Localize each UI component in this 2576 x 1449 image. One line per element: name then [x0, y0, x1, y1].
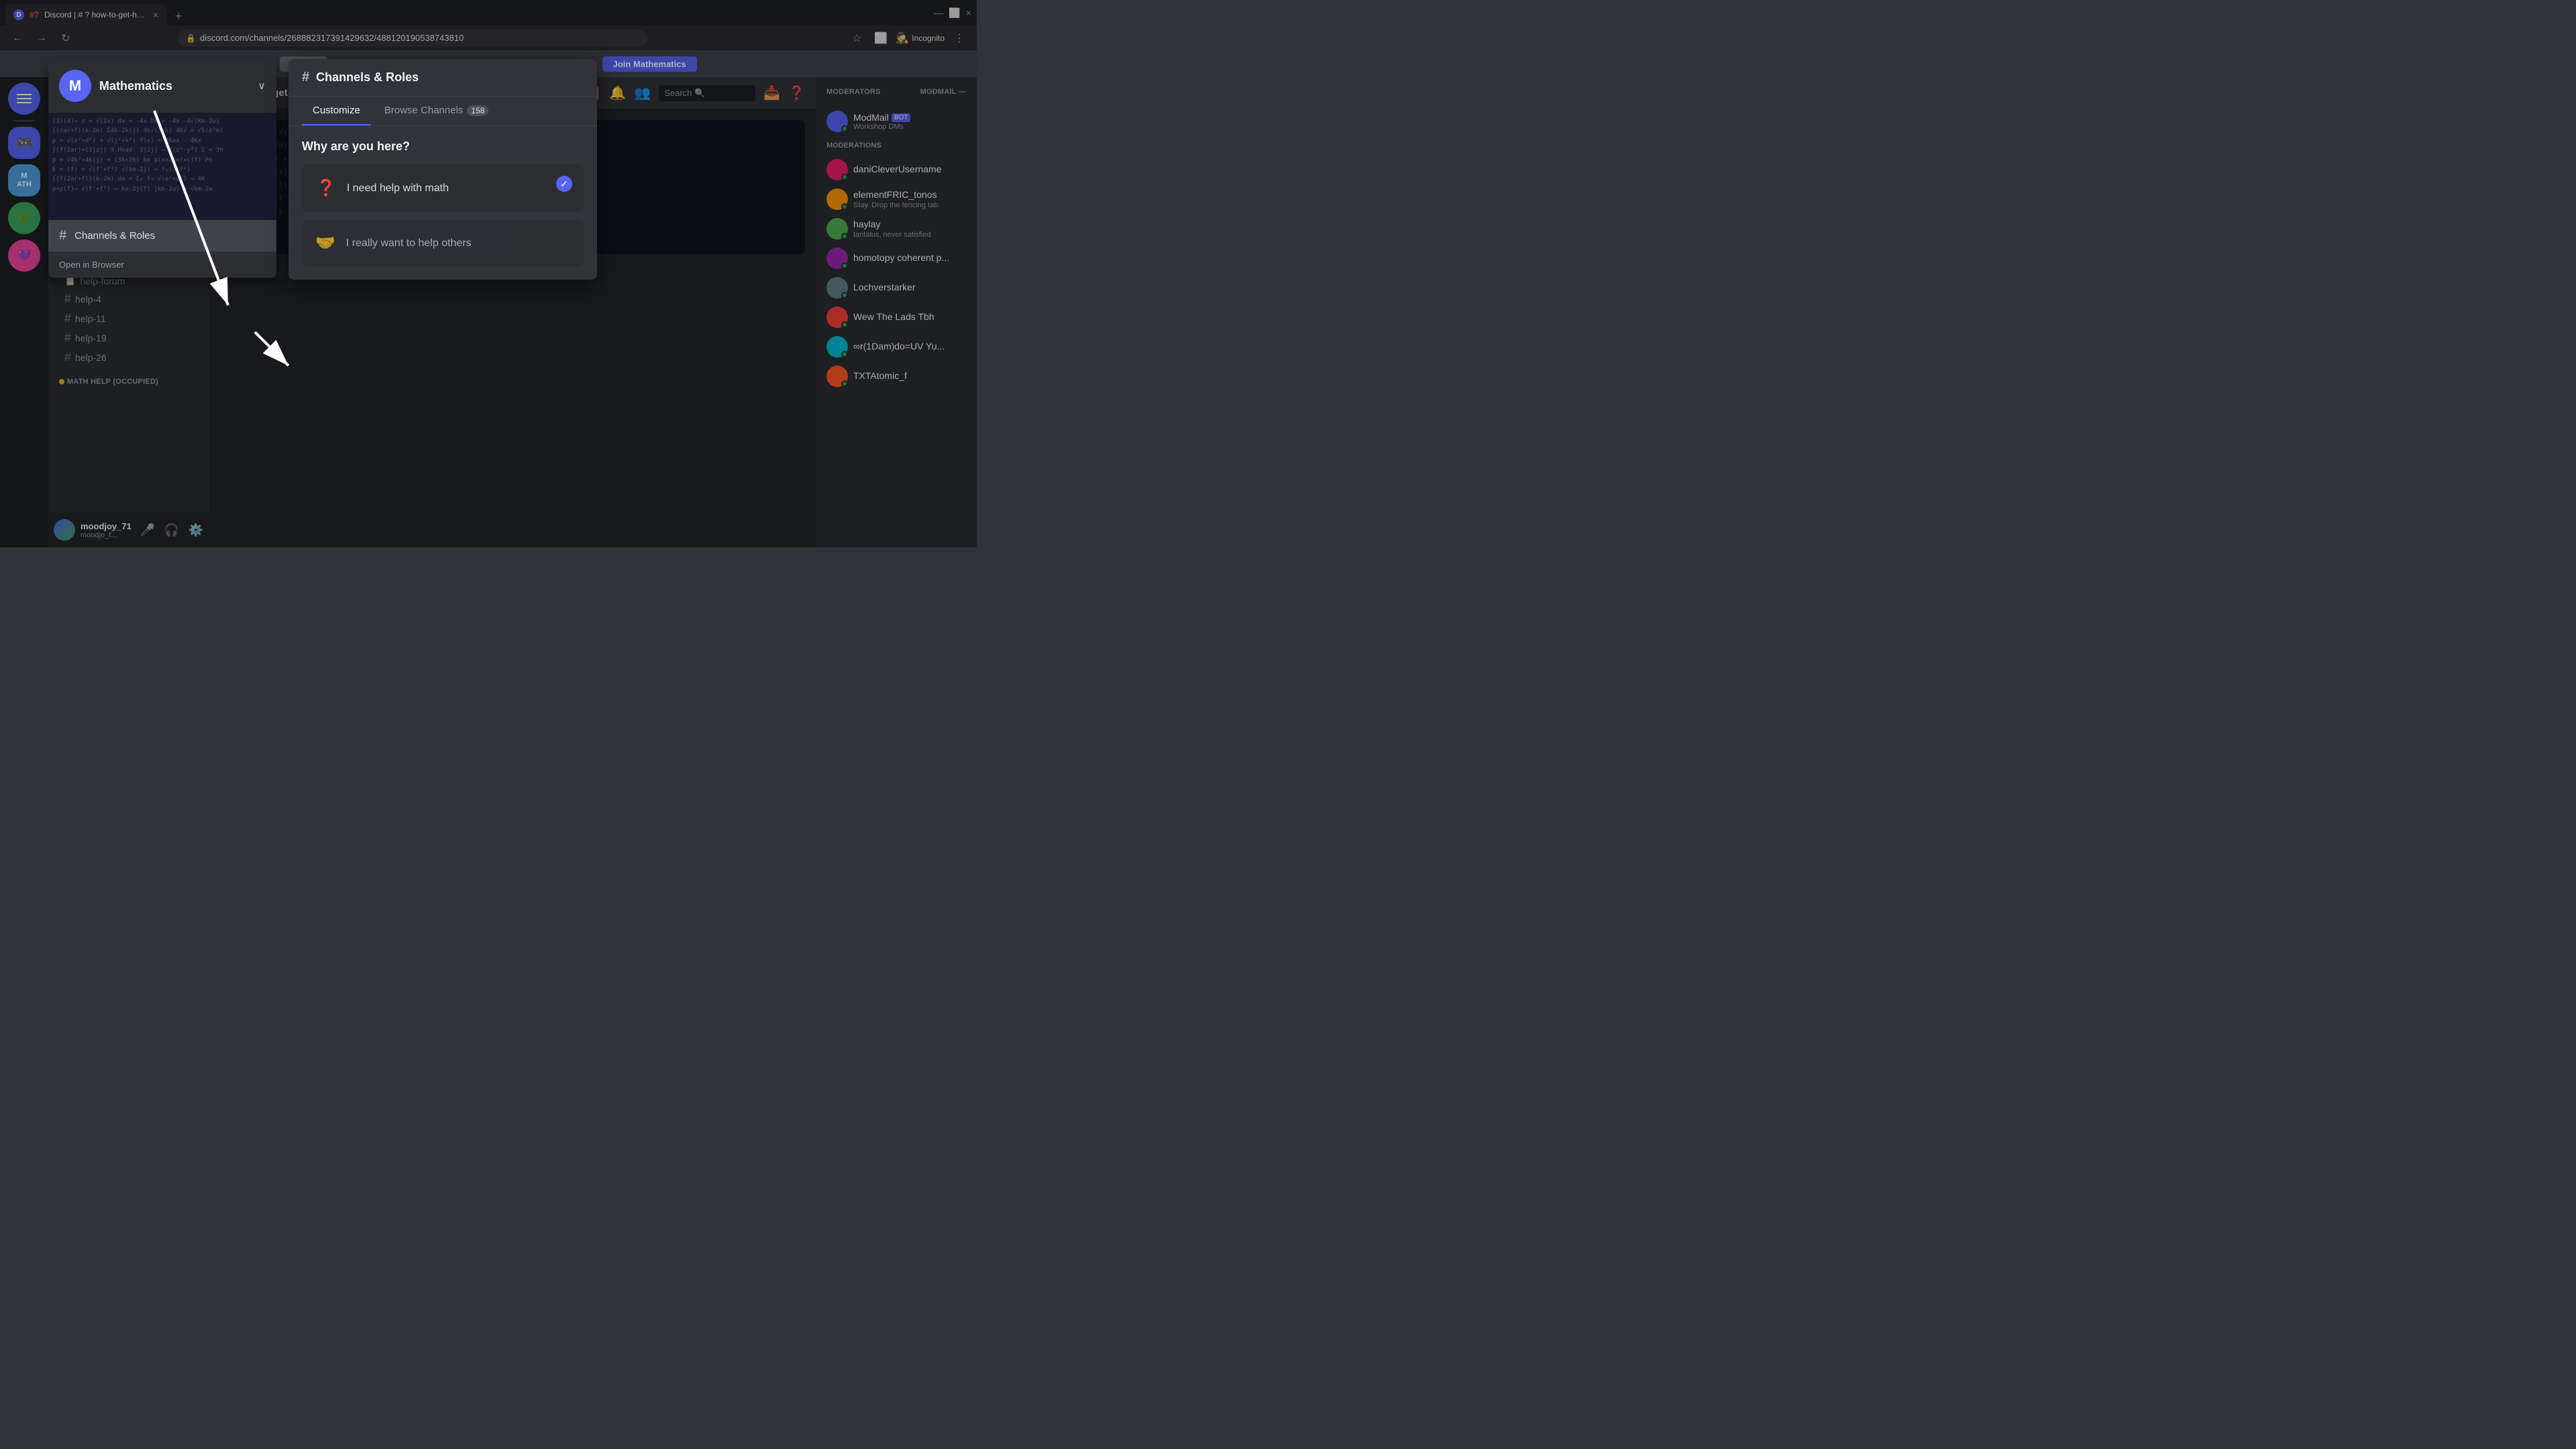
- modal-content: Why are you here? ❓ I need help with mat…: [288, 126, 597, 280]
- modal-hash-icon: #: [302, 70, 309, 85]
- option-card-help-others[interactable]: 🤝 I really want to help others: [302, 220, 584, 266]
- channels-roles-label: Channels & Roles: [74, 230, 155, 241]
- hash-icon-lg: #: [59, 228, 66, 244]
- why-heading: Why are you here?: [302, 140, 584, 154]
- server-dropdown-header: M Mathematics ∨: [48, 59, 276, 113]
- server-dropdown: M Mathematics ∨ (3)(4)→ z = √(2x) dx = -…: [48, 59, 276, 278]
- option-text-help-others: I really want to help others: [346, 237, 472, 250]
- server-dropdown-banner: (3)(4)→ z = √(2x) dx = -4x DX = -4x -4√(…: [48, 113, 276, 220]
- server-dropdown-name: Mathematics: [99, 79, 172, 93]
- option-check-icon: ✓: [556, 176, 572, 192]
- option-text-math-help: I need help with math: [347, 182, 449, 195]
- channels-roles-modal: # Channels & Roles Customize Browse Chan…: [288, 59, 597, 280]
- option-icon-question: ❓: [316, 178, 336, 198]
- modal-title: Channels & Roles: [316, 70, 419, 85]
- server-dropdown-icon: M: [59, 70, 91, 102]
- option-card-math-help[interactable]: ❓ I need help with math ✓: [302, 164, 584, 212]
- channels-roles-item[interactable]: # Channels & Roles: [48, 220, 276, 252]
- modal-tabs: Customize Browse Channels 158: [288, 97, 597, 126]
- browse-channels-count: 158: [467, 105, 488, 116]
- option-icon-help: 🤝: [315, 233, 335, 253]
- tab-browse-channels[interactable]: Browse Channels 158: [374, 97, 500, 125]
- open-in-browser-link[interactable]: Open in Browser: [48, 252, 276, 278]
- math-formulas-dropdown: (3)(4)→ z = √(2x) dx = -4x DX = -4x -4√(…: [48, 113, 276, 198]
- server-dropdown-chevron-icon: ∨: [258, 79, 266, 93]
- modal-header: # Channels & Roles: [288, 59, 597, 97]
- tab-customize[interactable]: Customize: [302, 97, 371, 125]
